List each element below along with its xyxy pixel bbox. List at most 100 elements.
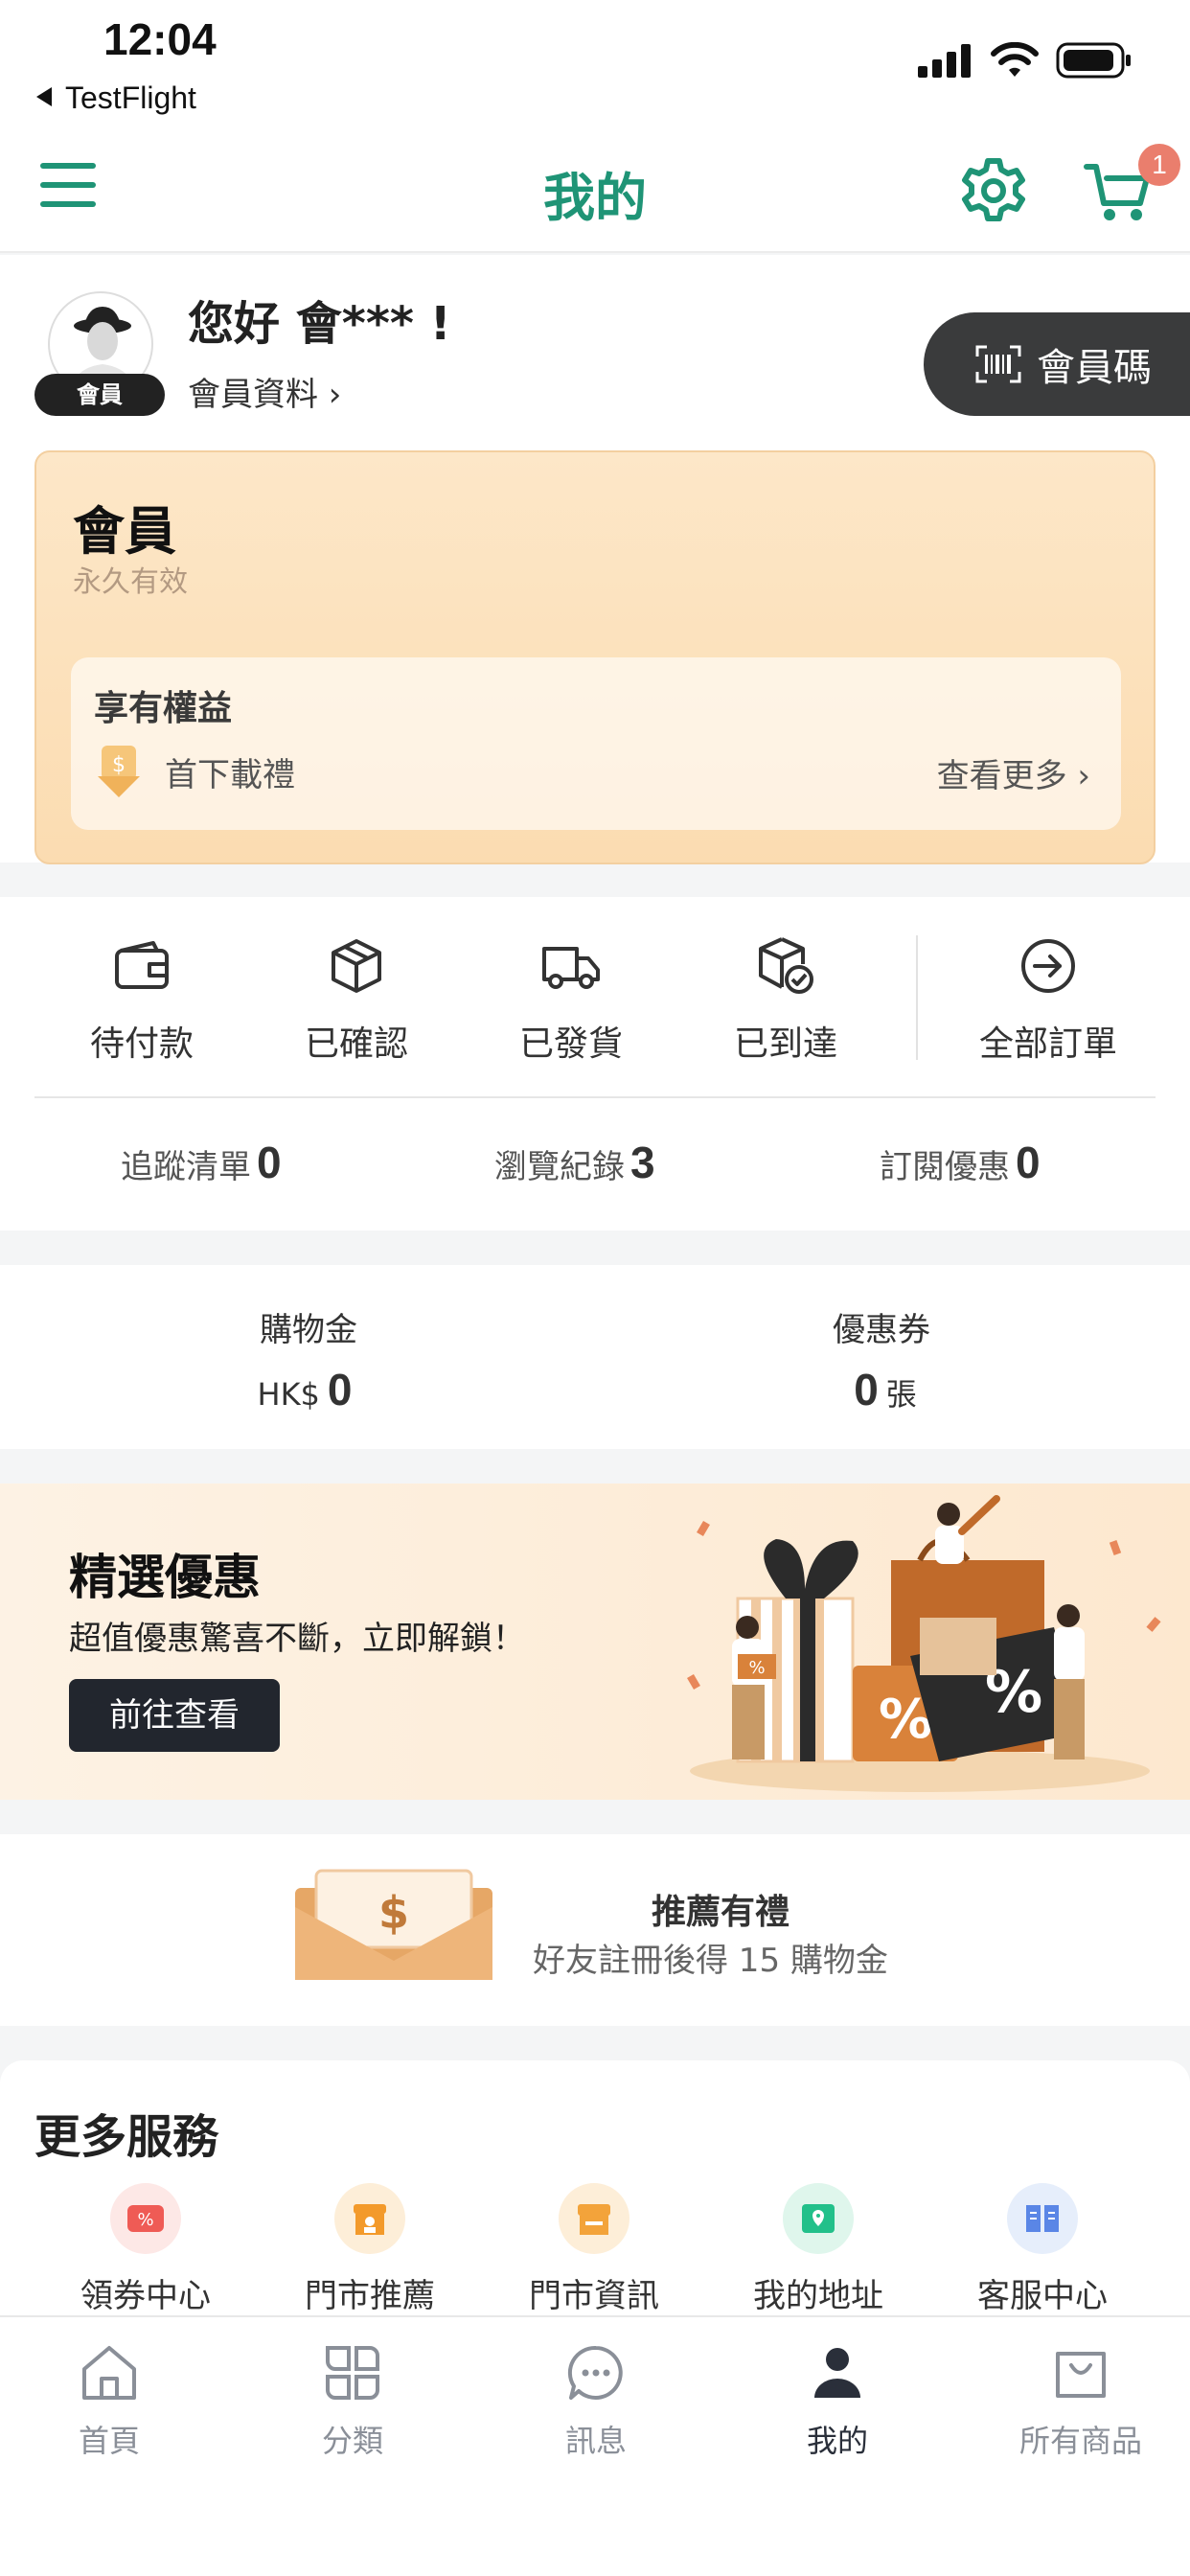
home-icon [82,2346,136,2400]
shopping-credit[interactable]: 購物金 HK$ 0 [117,1303,500,1415]
cart-count-badge: 1 [1138,144,1180,186]
shopping-credit-value: 0 [327,1365,353,1414]
tab-all-products[interactable]: 所有商品 [985,2342,1177,2461]
shopping-credit-label: 購物金 [260,1311,357,1349]
subscription-count: 0 [1016,1138,1041,1187]
help-book-icon [1007,2183,1078,2254]
service-store-recommend[interactable]: 門市推薦 [274,2183,466,2316]
tab-label: 分類 [321,2423,383,2459]
arrow-circle-icon [1021,939,1075,993]
service-label: 領券中心 [80,2277,211,2315]
service-help-center[interactable]: 客服中心 [947,2183,1138,2316]
watchlist-count: 0 [257,1138,282,1187]
status-icons [918,42,1133,79]
watchlist-link[interactable]: 追蹤清單 0 [121,1137,282,1188]
referral-subtitle: 好友註冊後得 15 購物金 [533,1942,888,1980]
order-status-label: 已到達 [733,1024,837,1064]
coupons[interactable]: 優惠券 0張 [690,1303,1073,1415]
service-label: 客服中心 [977,2277,1108,2315]
benefits-panel: 享有權益 $ 首下載禮 查看更多 › [71,657,1121,830]
profile-icon [814,2348,860,2398]
svg-text:%: % [137,2210,153,2230]
coupons-value: 0 [854,1365,879,1414]
address-icon [783,2183,854,2254]
subscription-label: 訂閱優惠 [880,1148,1010,1186]
history-count: 3 [630,1138,655,1187]
gear-icon [962,158,1025,221]
order-status-label: 已發貨 [518,1024,623,1064]
order-pending-payment[interactable]: 待付款 [46,935,238,1066]
membership-card[interactable]: 會員 永久有效 享有權益 $ 首下載禮 查看更多 › [34,450,1156,864]
member-profile-link[interactable]: 會員資料 › [188,368,341,415]
service-coupon-center[interactable]: % 領券中心 [50,2183,241,2316]
orders-section: 待付款 已確認 已發貨 已到達 全部訂單 追蹤清單 0 瀏覽紀錄 3 訂閱優惠 … [0,897,1190,1230]
section-divider [34,1096,1156,1098]
tab-me[interactable]: 我的 [742,2342,933,2461]
tab-categories[interactable]: 分類 [257,2342,448,2461]
more-services-section: 更多服務 % 領券中心 門市推薦 門市資訊 我的地址 客服中心 [0,2060,1190,2319]
order-status-label: 待付款 [89,1024,194,1064]
promo-view-button[interactable]: 前往查看 [69,1679,280,1752]
service-my-address[interactable]: 我的地址 [722,2183,914,2316]
services-title: 更多服務 [34,2110,219,2164]
greeting-text: 您好 會*** ! [188,297,451,351]
benefits-title: 享有權益 [94,689,233,728]
subscription-offers-link[interactable]: 訂閱優惠 0 [880,1137,1041,1188]
tab-home[interactable]: 首頁 [13,2342,205,2461]
order-shipped[interactable]: 已發貨 [475,935,667,1066]
order-confirmed[interactable]: 已確認 [261,935,452,1066]
coupon-icon: % [110,2183,181,2254]
svg-text:%: % [748,1658,765,1678]
service-store-info[interactable]: 門市資訊 [498,2183,690,2316]
watchlist-label: 追蹤清單 [121,1148,251,1186]
service-label: 我的地址 [753,2277,883,2315]
see-more-benefits-link[interactable]: 查看更多 › [937,749,1090,796]
wallet-icon [115,941,169,989]
membership-level-title: 會員 [73,501,176,562]
browse-history-link[interactable]: 瀏覽紀錄 3 [494,1137,655,1188]
back-arrow-icon [36,87,52,106]
service-label: 門市資訊 [529,2277,659,2315]
svg-text:$: $ [112,753,126,777]
all-orders-label: 全部訂單 [978,1024,1117,1064]
wallet-section: 購物金 HK$ 0 優惠券 0張 [0,1265,1190,1449]
signal-icon [918,44,971,78]
benefit-item[interactable]: $ 首下載禮 [94,744,295,799]
all-orders-button[interactable]: 全部訂單 [952,935,1144,1066]
referral-title: 推薦有禮 [652,1893,790,1932]
orders-divider [916,935,918,1060]
status-bar: 12:04 TestFlight [0,0,1190,134]
settings-button[interactable] [958,155,1029,226]
truck-icon [542,947,600,989]
store-info-icon [559,2183,629,2254]
member-level-badge: 會員 [34,374,165,416]
back-to-app-link[interactable]: TestFlight [36,80,196,116]
referral-section[interactable]: $ 推薦有禮 好友註冊後得 15 購物金 [0,1834,1190,2026]
category-icon [326,2346,379,2400]
promo-subtitle: 超值優惠驚喜不斷，立即解鎖！ [69,1620,525,1658]
download-gift-icon: $ [98,746,140,797]
service-label: 門市推薦 [305,2277,435,2315]
order-arrived[interactable]: 已到達 [690,935,881,1066]
promo-title: 精選優惠 [69,1550,261,1605]
tab-label: 首頁 [78,2423,140,2459]
status-time: 12:04 [103,14,217,64]
tab-messages[interactable]: 訊息 [500,2342,692,2461]
tab-label: 訊息 [564,2423,627,2459]
top-nav-bar: 我的 [0,134,1190,253]
featured-offers-banner[interactable]: 精選優惠 超值優惠驚喜不斷，立即解鎖！ 前往查看 % % % [0,1484,1190,1800]
benefit-label: 首下載禮 [165,755,295,794]
member-code-button[interactable]: 會員碼 [924,312,1190,416]
bottom-tab-bar: 首頁 分類 訊息 我的 所有商品 [0,2315,1190,2576]
member-code-label: 會員碼 [1037,346,1152,390]
history-label: 瀏覽紀錄 [494,1148,625,1186]
referral-envelope-icon: $ [295,1869,492,1980]
tab-label: 我的 [806,2423,868,2459]
battery-icon [1056,42,1131,79]
coupons-unit: 張 [885,1376,917,1413]
back-app-label: TestFlight [65,80,196,115]
membership-validity: 永久有效 [73,565,188,599]
store-recommend-icon [334,2183,405,2254]
shopping-bag-icon [1056,2352,1106,2398]
box-icon [332,939,381,993]
